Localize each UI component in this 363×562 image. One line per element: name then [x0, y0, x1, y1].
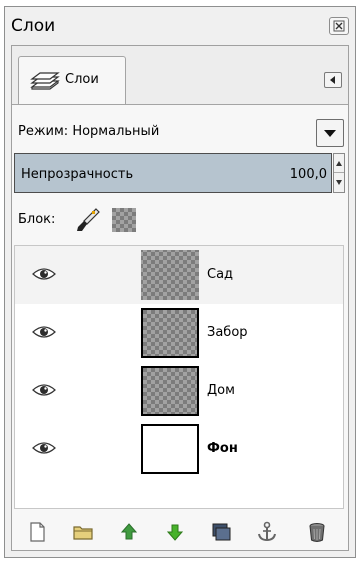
mode-dropdown-button[interactable] — [316, 119, 344, 147]
opacity-label: Непрозрачность — [21, 167, 134, 182]
arrow-down-icon — [336, 180, 342, 185]
mode-row[interactable]: Режим: Нормальный — [18, 119, 344, 147]
tab-menu-icon — [330, 76, 335, 84]
new-layer-group-button[interactable] — [70, 519, 96, 545]
lock-alpha-icon[interactable] — [112, 208, 136, 232]
trash-icon — [309, 523, 325, 542]
layer-name[interactable]: Сад — [207, 267, 233, 282]
opacity-slider[interactable]: Непрозрачность 100,0 — [14, 153, 332, 193]
new-layer-icon — [30, 522, 45, 542]
layer-name[interactable]: Дом — [207, 383, 235, 398]
new-layer-button[interactable] — [24, 519, 50, 545]
eye-icon[interactable] — [31, 382, 57, 398]
anchor-icon — [258, 521, 276, 542]
layer-row[interactable]: Фон — [15, 420, 343, 478]
layer-thumbnail — [141, 424, 199, 474]
delete-layer-button[interactable] — [304, 519, 330, 545]
close-icon — [333, 20, 345, 32]
tab-menu-button[interactable] — [324, 72, 342, 88]
eye-icon[interactable] — [31, 324, 57, 340]
layers-tab-content: Режим: Нормальный Непрозрачность 100,0 Б… — [12, 104, 348, 550]
close-button[interactable] — [329, 17, 349, 35]
tab-row: Слои — [12, 46, 348, 106]
layers-dialog: Слои Слои Режим: Нормальный Непрозрачнос… — [4, 6, 356, 558]
lower-layer-button[interactable] — [162, 519, 188, 545]
layer-row[interactable]: Забор — [15, 304, 343, 362]
duplicate-layer-button[interactable] — [208, 519, 234, 545]
raise-layer-button[interactable] — [116, 519, 142, 545]
arrow-up-icon — [336, 161, 342, 166]
mode-label: Режим: Нормальный — [18, 124, 160, 139]
spin-up-button[interactable] — [334, 154, 344, 173]
lock-label: Блок: — [18, 212, 56, 227]
title-bar: Слои — [5, 7, 355, 43]
lower-layer-icon — [166, 524, 184, 541]
spin-down-button[interactable] — [334, 173, 344, 192]
opacity-spinner[interactable] — [333, 153, 345, 193]
lock-pixels-brush-icon[interactable] — [74, 206, 102, 234]
tab-label: Слои — [65, 72, 99, 87]
tab-layers[interactable]: Слои — [18, 56, 126, 104]
dock-body: Слои Режим: Нормальный Непрозрачность 10 — [11, 45, 349, 551]
lock-row: Блок: — [18, 205, 338, 235]
dialog-title: Слои — [11, 16, 56, 36]
layer-name[interactable]: Фон — [207, 441, 238, 456]
layer-thumbnail — [141, 308, 199, 358]
eye-icon[interactable] — [31, 266, 57, 282]
mode-value: Нормальный — [72, 124, 160, 139]
layers-icon — [30, 72, 60, 90]
anchor-layer-button[interactable] — [254, 519, 280, 545]
opacity-value: 100,0 — [289, 167, 327, 182]
raise-layer-icon — [120, 523, 138, 540]
chevron-down-icon — [324, 130, 336, 137]
layer-thumbnail — [141, 250, 199, 300]
layer-list: Сад Забор Дом Фон — [14, 245, 344, 509]
layer-row[interactable]: Дом — [15, 362, 343, 420]
layer-thumbnail — [141, 366, 199, 416]
layer-name[interactable]: Забор — [207, 325, 248, 340]
new-layer-group-icon — [73, 526, 93, 540]
duplicate-layer-icon — [212, 523, 231, 541]
eye-icon[interactable] — [31, 440, 57, 456]
layer-row[interactable]: Сад — [15, 246, 343, 304]
layers-toolbar — [14, 515, 344, 549]
